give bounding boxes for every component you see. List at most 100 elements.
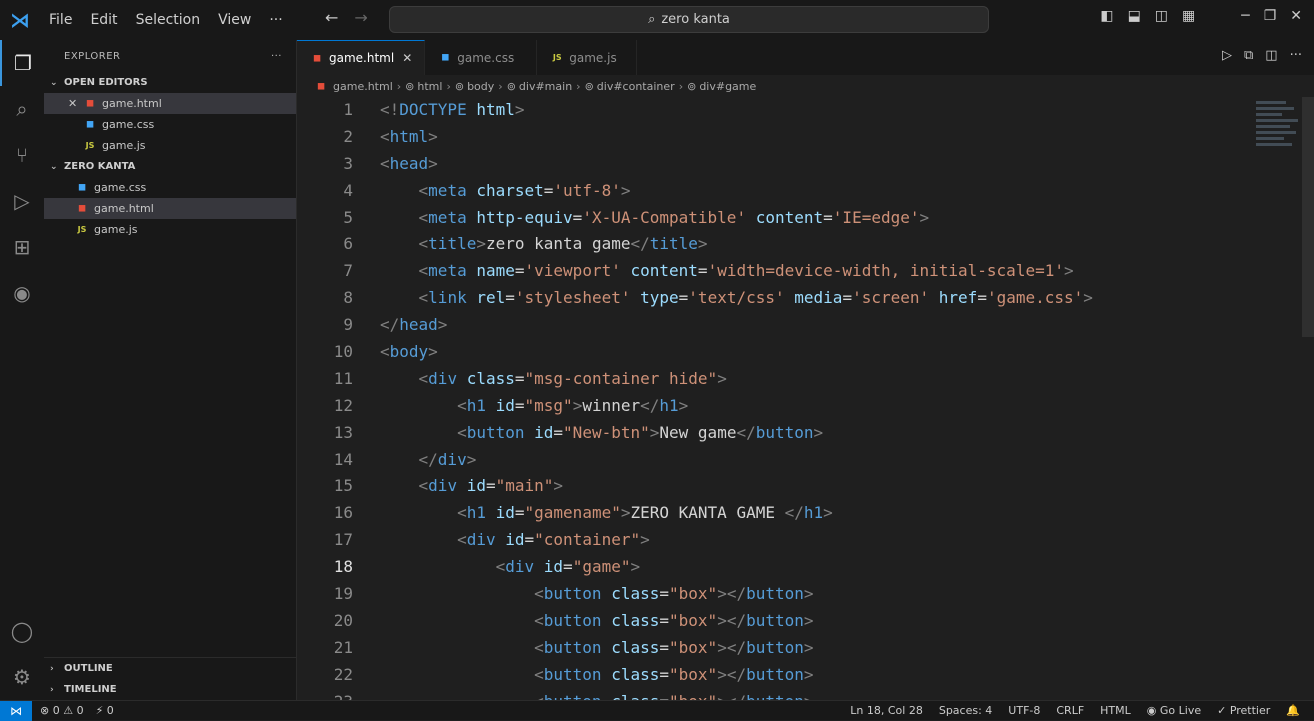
accounts-icon[interactable]: ◯ (0, 608, 44, 654)
breadcrumb-item[interactable]: html (417, 80, 442, 93)
html-file-icon: ◼ (77, 203, 87, 214)
file-name: game.html (94, 202, 154, 215)
run-debug-icon[interactable]: ▷ (0, 178, 44, 224)
menu-more[interactable]: ··· (260, 12, 291, 28)
line-text: <html> (380, 126, 438, 146)
folder-title: ZERO KANTA (64, 161, 136, 172)
cursor-position[interactable]: Ln 18, Col 28 (850, 704, 923, 717)
breadcrumb-item[interactable]: div#game (699, 80, 756, 93)
minimap[interactable] (1256, 98, 1300, 170)
minimize-icon[interactable]: ─ (1241, 8, 1249, 24)
open-editor-item[interactable]: JS game.js (44, 135, 296, 156)
menu-selection[interactable]: Selection (127, 12, 210, 28)
line-number: 13 (333, 422, 353, 442)
indentation[interactable]: Spaces: 4 (939, 704, 992, 717)
tab-game-html[interactable]: ◼ game.html ✕ (297, 40, 426, 75)
folder-section[interactable]: ⌄ ZERO KANTA (44, 156, 296, 177)
tab-game-js[interactable]: JS game.js (537, 40, 638, 75)
forward-arrow-icon[interactable]: → (354, 8, 367, 27)
notifications-icon[interactable]: 🔔 (1286, 704, 1300, 717)
remote-explorer-icon[interactable]: ◉ (0, 270, 44, 316)
customize-layout-icon[interactable]: ▦ (1182, 8, 1195, 24)
code-line[interactable]: 6 <title>zero kanta game</title> (297, 230, 1297, 257)
search-view-icon[interactable]: ⌕ (0, 86, 44, 132)
tab-label: game.css (457, 50, 515, 65)
html-file-icon: ◼ (312, 52, 322, 64)
broadcast-icon: ◉ (1146, 704, 1160, 717)
folder-file-item[interactable]: ◼ game.html (44, 198, 296, 219)
menu-edit[interactable]: Edit (81, 12, 126, 28)
file-name: game.css (94, 181, 147, 194)
code-line[interactable]: 19 <button class="box"></button> (297, 580, 1297, 607)
tab-game-css[interactable]: ◼ game.css (425, 40, 538, 75)
code-line[interactable]: 18 <div id="game"> (297, 553, 1297, 580)
code-line[interactable]: 5 <meta http-equiv='X-UA-Compatible' con… (297, 204, 1297, 231)
remote-indicator-icon[interactable]: ⋈ (0, 700, 32, 721)
back-arrow-icon[interactable]: ← (325, 8, 338, 27)
open-editor-item[interactable]: ◼ game.css (44, 114, 296, 135)
timeline-section[interactable]: › TIMELINE (44, 679, 296, 700)
prettier-status[interactable]: ✓ Prettier (1217, 704, 1270, 717)
code-line[interactable]: 16 <h1 id="gamename">ZERO KANTA GAME </h… (297, 499, 1297, 526)
code-line[interactable]: 14 </div> (297, 446, 1297, 473)
problems-indicator[interactable]: ⊗ 0 ⚠ 0 (40, 704, 84, 717)
menu-view[interactable]: View (209, 12, 260, 28)
code-line[interactable]: 2 <html> (297, 123, 1297, 150)
outline-section[interactable]: › OUTLINE (44, 658, 296, 679)
breadcrumb-item[interactable]: div#main (519, 80, 572, 93)
ports-indicator[interactable]: ⚡ 0 (96, 704, 114, 717)
run-icon[interactable]: ▷ (1222, 48, 1232, 63)
open-editor-item[interactable]: ✕ ◼ game.html (44, 93, 296, 114)
code-line[interactable]: 3 <head> (297, 150, 1297, 177)
toggle-primary-sidebar-icon[interactable]: ◧ (1100, 8, 1113, 24)
code-line[interactable]: 13 <button id="New-btn">New game</button… (297, 419, 1297, 446)
breadcrumb-item[interactable]: game.html (333, 80, 393, 93)
toggle-secondary-sidebar-icon[interactable]: ◫ (1155, 8, 1168, 24)
code-line[interactable]: 17 <div id="container"> (297, 526, 1297, 553)
code-line[interactable]: 21 <button class="box"></button> (297, 634, 1297, 661)
folder-file-item[interactable]: JS game.js (44, 219, 296, 240)
code-line[interactable]: 7 <meta name='viewport' content='width=d… (297, 257, 1297, 284)
explorer-icon[interactable]: ❐ (0, 40, 44, 86)
toggle-panel-icon[interactable]: ⬓ (1128, 8, 1141, 24)
line-endings[interactable]: CRLF (1056, 704, 1084, 717)
close-icon[interactable]: ✕ (68, 97, 82, 110)
settings-gear-icon[interactable]: ⚙ (0, 654, 44, 700)
line-number: 1 (343, 99, 353, 119)
code-line[interactable]: 1 <!DOCTYPE html> (297, 96, 1297, 123)
close-icon[interactable]: ✕ (402, 51, 412, 65)
menu-file[interactable]: File (40, 12, 81, 28)
code-line[interactable]: 15 <div id="main"> (297, 472, 1297, 499)
open-editors-section[interactable]: ⌄ OPEN EDITORS (44, 72, 296, 93)
extensions-icon[interactable]: ⊞ (0, 224, 44, 270)
line-text: <div id="game"> (495, 557, 641, 577)
split-editor-icon[interactable]: ◫ (1265, 48, 1277, 63)
code-line[interactable]: 11 <div class="msg-container hide"> (297, 365, 1297, 392)
code-line[interactable]: 8 <link rel='stylesheet' type='text/css'… (297, 284, 1297, 311)
code-line[interactable]: 9 </head> (297, 311, 1297, 338)
more-actions-icon[interactable]: ··· (1290, 48, 1302, 63)
element-icon: ⊚ (687, 79, 697, 93)
open-preview-icon[interactable]: ⧉ (1244, 48, 1253, 63)
code-line[interactable]: 23 <button class="box"></button> (297, 688, 1297, 700)
close-window-icon[interactable]: ✕ (1290, 8, 1302, 24)
code-line[interactable]: 22 <button class="box"></button> (297, 661, 1297, 688)
breadcrumb-item[interactable]: body (467, 80, 494, 93)
go-live-button[interactable]: ◉ Go Live (1147, 704, 1201, 717)
explorer-more-icon[interactable]: ··· (271, 51, 282, 62)
restore-icon[interactable]: ❐ (1264, 8, 1277, 24)
code-line[interactable]: 20 <button class="box"></button> (297, 607, 1297, 634)
line-number: 19 (333, 583, 353, 603)
breadcrumb-item[interactable]: div#container (597, 80, 675, 93)
command-center-search[interactable]: ⌕ zero kanta (389, 6, 989, 33)
code-line[interactable]: 4 <meta charset='utf-8'> (297, 177, 1297, 204)
code-editor[interactable]: 1 <!DOCTYPE html> 2 <html> 3 <head> 4 <meta ch… (297, 96, 1297, 700)
menu-bar: File Edit Selection View ··· (40, 0, 292, 40)
vertical-scrollbar[interactable] (1302, 97, 1314, 337)
folder-file-item[interactable]: ◼ game.css (44, 177, 296, 198)
language-mode[interactable]: HTML (1100, 704, 1131, 717)
code-line[interactable]: 10 <body> (297, 338, 1297, 365)
source-control-icon[interactable]: ⑂ (0, 132, 44, 178)
code-line[interactable]: 12 <h1 id="msg">winner</h1> (297, 392, 1297, 419)
encoding[interactable]: UTF-8 (1008, 704, 1040, 717)
